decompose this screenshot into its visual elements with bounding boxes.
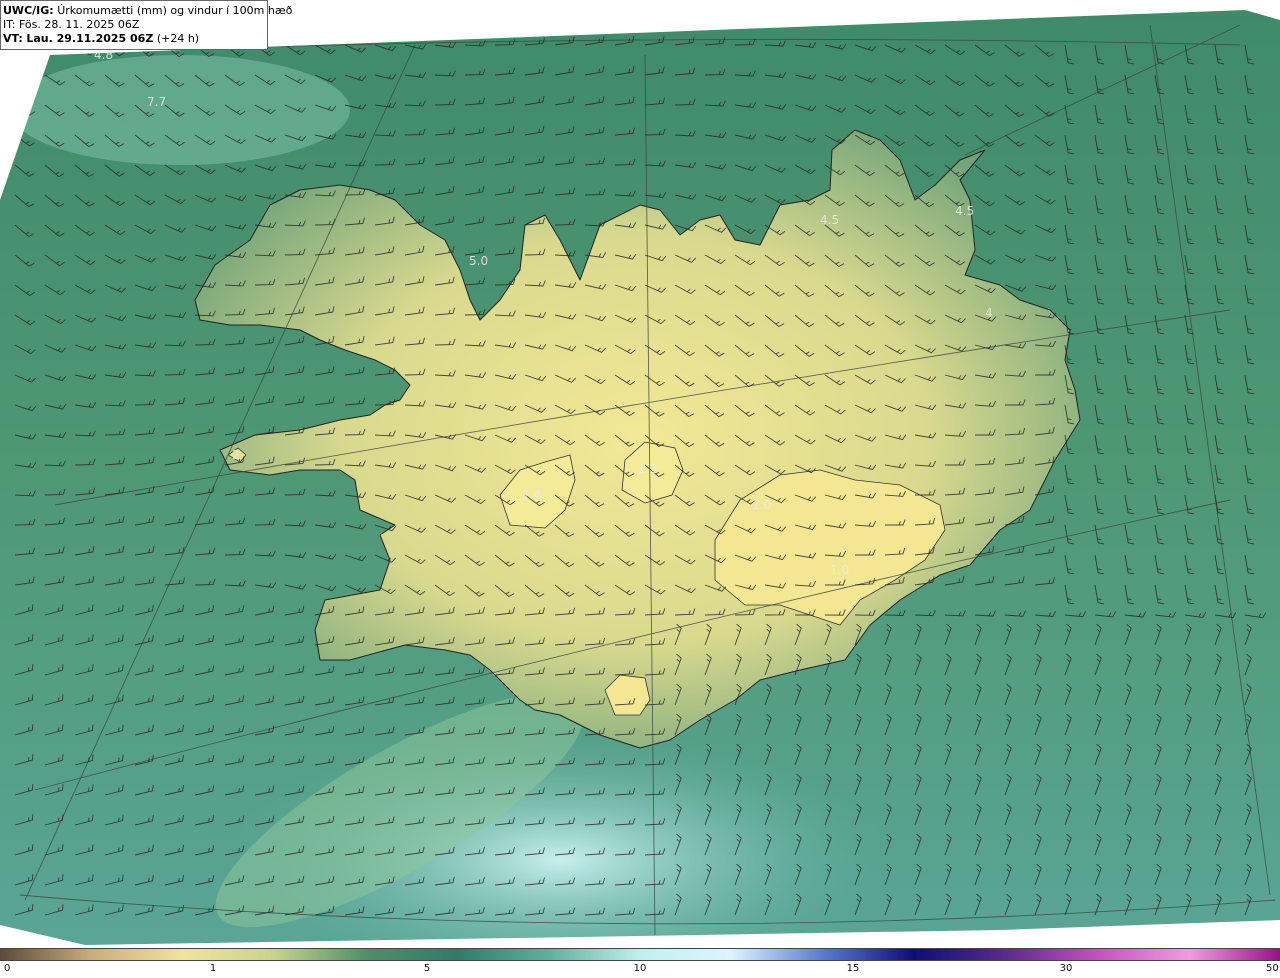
title-row: UWC/IG: Úrkomumætti (mm) og vindur í 100… [3,4,292,18]
contour-label: 1.4 [522,488,542,502]
chart-title: Úrkomumætti (mm) og vindur í 100m hæð [57,4,293,17]
contour-label: 4 [985,306,993,320]
map-area[interactable]: 4.8 7.7 5.0 4.5 4.5 4 2 1.2 1.4 1.0 1.0 … [0,0,1280,948]
valid-time: Lau. 29.11.2025 06Z [26,32,154,45]
contour-label: 5.0 [469,254,489,268]
contour-label: 1.2 [638,462,658,476]
valid-time-row: VT: Lau. 29.11.2025 06Z (+24 h) [3,32,267,46]
init-time: Fös. 28. 11. 2025 06Z [18,18,140,31]
model-code: UWC/IG: [3,4,54,17]
colorbar-tick: 50 [1266,963,1279,974]
contour-label: 1.0 [830,563,850,577]
init-time-row: IT: Fös. 28. 11. 2025 06Z [3,18,267,32]
lead-time: (+24 h) [156,32,200,45]
colorbar-tick: 0 [4,963,11,974]
wind-barb [14,74,36,85]
colorbar-gradient [0,949,1280,960]
contour-label: 1.0 [752,498,772,512]
forecast-info-box: UWC/IG: Úrkomumætti (mm) og vindur í 100… [0,0,292,50]
contour-label: 7.7 [147,95,167,109]
colorbar-tick: 5 [423,963,431,974]
contour-label: 4.8 [94,48,114,62]
valid-label: VT: [3,32,23,45]
contour-label: 2 [232,448,240,462]
contour-label: 4.5 [820,213,840,227]
init-label: IT: [3,18,16,31]
colorbar-tick: 1 [209,963,217,974]
colorbar-tick: 15 [846,963,860,974]
colorbar-tick: 30 [1059,963,1073,974]
precipitation-colorbar [0,948,1280,961]
colorbar-tick: 10 [633,963,647,974]
contour-label: 4.5 [955,204,975,218]
